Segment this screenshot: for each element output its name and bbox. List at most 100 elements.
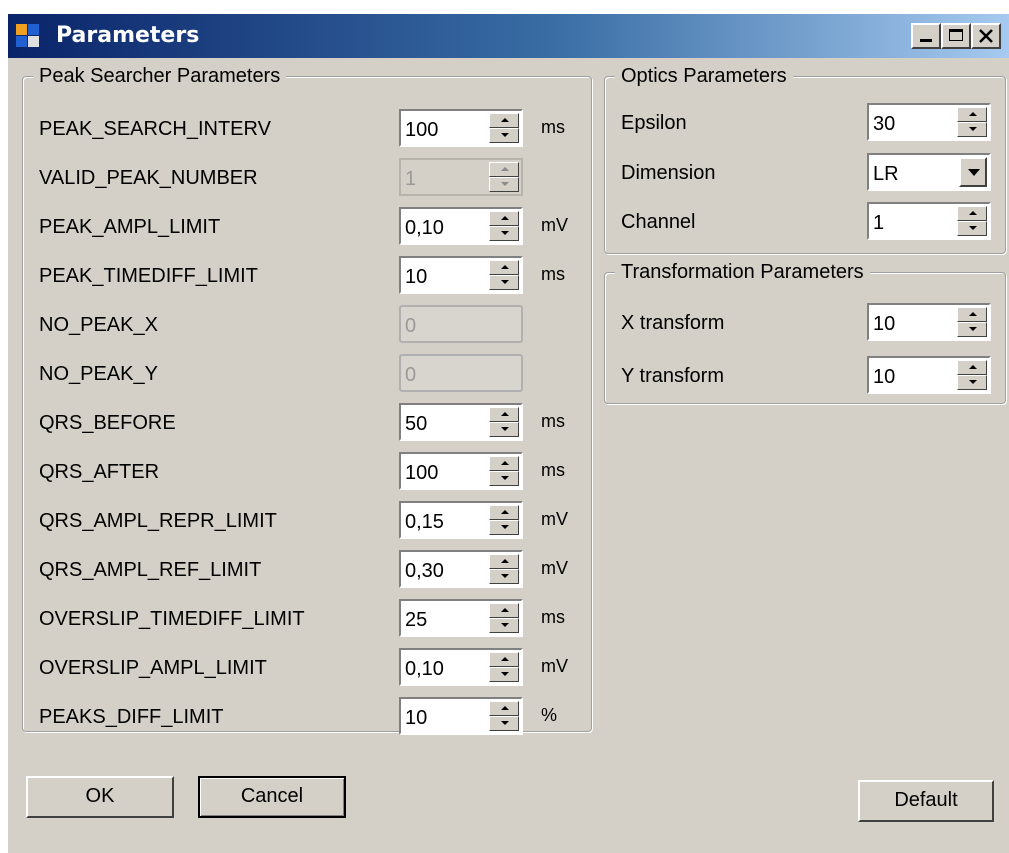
arrow-down-icon [501, 623, 509, 627]
spin-down-button[interactable] [489, 471, 519, 486]
spin-down-button[interactable] [957, 322, 987, 337]
peaks-diff-limit-value: 10 [405, 707, 428, 729]
spin-up-button[interactable] [489, 456, 519, 471]
parameters-window: Parameters Peak Searcher Parameters PEAK… [8, 14, 1009, 853]
spin-down-button[interactable] [957, 221, 987, 236]
peaks-diff-limit-field[interactable]: 10 [399, 697, 523, 735]
qrs-ampl-repr-limit-field[interactable]: 0,15 [399, 501, 523, 539]
spin-up-button[interactable] [489, 505, 519, 520]
qrs-ampl-ref-limit-spinner[interactable] [489, 554, 519, 584]
qrs-before-field[interactable]: 50 [399, 403, 523, 441]
y-transform-spinner[interactable] [957, 360, 987, 390]
peaks-diff-limit-spinner[interactable] [489, 701, 519, 731]
channel-label: Channel [621, 211, 696, 233]
close-button[interactable] [971, 23, 1001, 49]
spin-down-button[interactable] [489, 716, 519, 731]
overslip-timediff-limit-value: 25 [405, 609, 428, 631]
arrow-down-icon [969, 327, 977, 331]
arrow-up-icon [501, 412, 509, 416]
overslip-ampl-limit-field[interactable]: 0,10 [399, 648, 523, 686]
peak-timediff-limit-field[interactable]: 10 [399, 256, 523, 294]
overslip-timediff-limit-unit: ms [541, 607, 565, 627]
arrow-down-icon [501, 721, 509, 725]
arrow-up-icon [501, 461, 509, 465]
spin-up-button [489, 162, 519, 177]
qrs-after-field[interactable]: 100 [399, 452, 523, 490]
valid-peak-number-label: VALID_PEAK_NUMBER [39, 167, 258, 189]
default-button[interactable]: Default [858, 780, 994, 822]
spin-down-button[interactable] [957, 122, 987, 137]
no-peak-x-label: NO_PEAK_X [39, 314, 158, 336]
maximize-button[interactable] [941, 23, 971, 49]
arrow-up-icon [501, 608, 509, 612]
ok-button[interactable]: OK [26, 776, 174, 818]
dimension-select[interactable]: LR [867, 153, 991, 191]
peak-ampl-limit-spinner[interactable] [489, 211, 519, 241]
epsilon-spinner[interactable] [957, 107, 987, 137]
arrow-down-icon [501, 427, 509, 431]
channel-field[interactable]: 1 [867, 202, 991, 240]
arrow-up-icon [501, 216, 509, 220]
qrs-before-spinner[interactable] [489, 407, 519, 437]
spin-down-button[interactable] [489, 520, 519, 535]
qrs-ampl-repr-limit-spinner[interactable] [489, 505, 519, 535]
spin-down-button[interactable] [489, 275, 519, 290]
arrow-up-icon [501, 657, 509, 661]
arrow-down-icon [501, 476, 509, 480]
cancel-button[interactable]: Cancel [198, 776, 346, 818]
x-transform-value: 10 [873, 313, 896, 335]
spin-down-button[interactable] [489, 226, 519, 241]
spin-up-button[interactable] [957, 307, 987, 322]
peak-timediff-limit-unit: ms [541, 264, 565, 284]
dimension-label: Dimension [621, 162, 716, 184]
spin-up-button[interactable] [957, 107, 987, 122]
spin-down-button[interactable] [957, 375, 987, 390]
spin-down-button[interactable] [489, 618, 519, 633]
qrs-ampl-ref-limit-field[interactable]: 0,30 [399, 550, 523, 588]
spin-up-button[interactable] [957, 206, 987, 221]
title-bar[interactable]: Parameters [8, 14, 1009, 58]
no-peak-y-label: NO_PEAK_Y [39, 363, 158, 385]
qrs-after-spinner[interactable] [489, 456, 519, 486]
spin-down-button[interactable] [489, 128, 519, 143]
arrow-down-icon [501, 182, 509, 186]
arrow-up-icon [969, 211, 977, 215]
spin-up-button[interactable] [489, 603, 519, 618]
spin-up-button[interactable] [489, 260, 519, 275]
spin-up-button[interactable] [489, 407, 519, 422]
spin-down-button[interactable] [489, 667, 519, 682]
y-transform-field[interactable]: 10 [867, 356, 991, 394]
minimize-button[interactable] [911, 23, 941, 49]
spin-down-button[interactable] [489, 569, 519, 584]
minimize-icon [920, 39, 932, 42]
epsilon-value: 30 [873, 113, 896, 135]
dimension-dropdown-button[interactable] [959, 157, 987, 187]
arrow-up-icon [501, 559, 509, 563]
epsilon-field[interactable]: 30 [867, 103, 991, 141]
x-transform-spinner[interactable] [957, 307, 987, 337]
spin-up-button[interactable] [489, 113, 519, 128]
x-transform-field[interactable]: 10 [867, 303, 991, 341]
overslip-ampl-limit-spinner[interactable] [489, 652, 519, 682]
peak-search-interv-spinner[interactable] [489, 113, 519, 143]
arrow-down-icon [501, 574, 509, 578]
qrs-after-unit: ms [541, 460, 565, 480]
overslip-timediff-limit-label: OVERSLIP_TIMEDIFF_LIMIT [39, 608, 305, 630]
peak-timediff-limit-spinner[interactable] [489, 260, 519, 290]
y-transform-label: Y transform [621, 365, 724, 387]
peak-search-interv-field[interactable]: 100 [399, 109, 523, 147]
spin-up-button[interactable] [489, 554, 519, 569]
channel-spinner[interactable] [957, 206, 987, 236]
spin-up-button[interactable] [489, 211, 519, 226]
arrow-down-icon [501, 672, 509, 676]
spin-up-button[interactable] [489, 701, 519, 716]
spin-down-button[interactable] [489, 422, 519, 437]
peak-ampl-limit-field[interactable]: 0,10 [399, 207, 523, 245]
overslip-timediff-limit-spinner[interactable] [489, 603, 519, 633]
overslip-timediff-limit-field[interactable]: 25 [399, 599, 523, 637]
spin-up-button[interactable] [957, 360, 987, 375]
valid-peak-number-field: 1 [399, 158, 523, 196]
spin-up-button[interactable] [489, 652, 519, 667]
arrow-up-icon [501, 167, 509, 171]
qrs-ampl-repr-limit-unit: mV [541, 509, 568, 529]
